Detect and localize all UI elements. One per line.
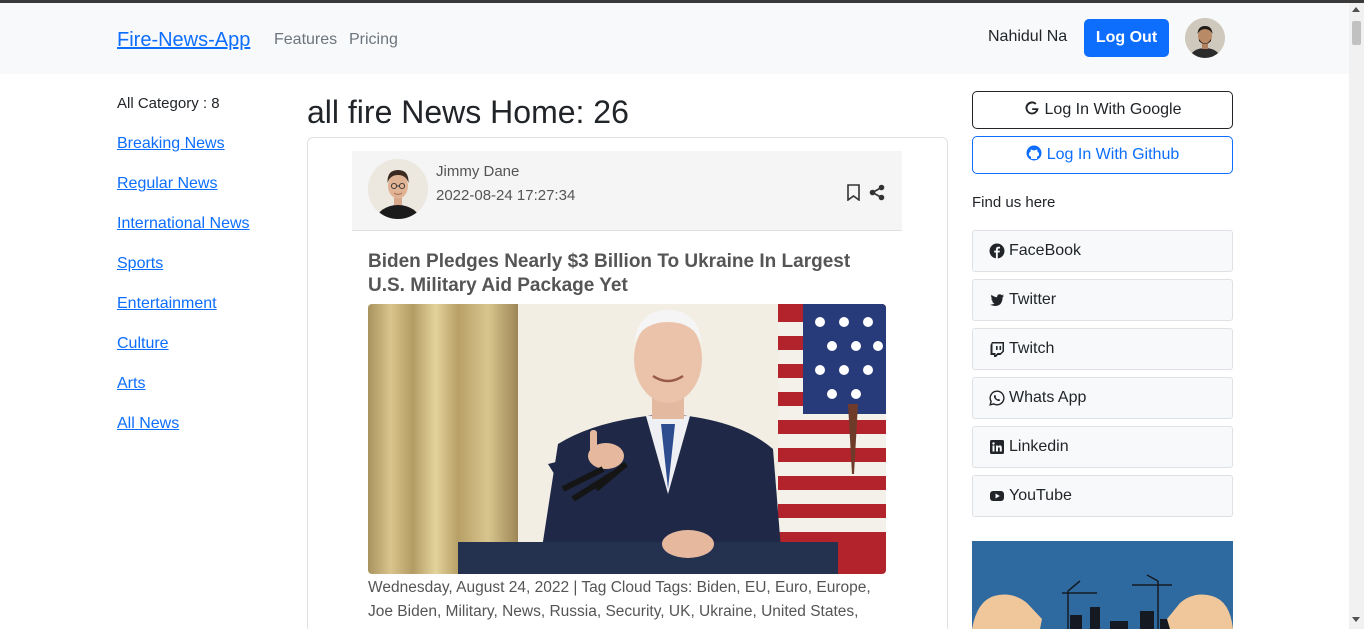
category-item: International News <box>117 215 250 255</box>
card-actions <box>846 184 885 206</box>
category-link-international-news[interactable]: International News <box>117 215 250 232</box>
category-list: Breaking News Regular News International… <box>117 135 250 455</box>
social-link-linkedin[interactable]: Linkedin <box>972 426 1233 468</box>
social-label: Twitch <box>1009 340 1055 357</box>
news-title[interactable]: Biden Pledges Nearly $3 Billion To Ukrai… <box>368 250 868 298</box>
twitch-icon <box>990 342 1004 357</box>
login-github-label: Log In With Github <box>1046 146 1180 163</box>
linkedin-icon <box>990 440 1004 454</box>
logout-button[interactable]: Log Out <box>1084 19 1169 57</box>
news-details: Wednesday, August 24, 2022 | Tag Cloud T… <box>368 579 871 620</box>
whatsapp-icon <box>989 390 1005 406</box>
google-icon <box>1024 100 1040 121</box>
author-avatar <box>368 159 428 219</box>
publish-date: 2022-08-24 17:27:34 <box>436 187 576 204</box>
youtube-icon <box>990 491 1004 501</box>
category-link-breaking-news[interactable]: Breaking News <box>117 135 225 152</box>
share-icon[interactable] <box>869 184 885 206</box>
nav-link-pricing[interactable]: Pricing <box>349 31 398 49</box>
user-avatar[interactable] <box>1185 18 1225 58</box>
social-label: Twitter <box>1009 291 1057 308</box>
category-link-arts[interactable]: Arts <box>117 375 145 392</box>
login-google-button[interactable]: Log In With Google <box>972 91 1233 129</box>
category-link-culture[interactable]: Culture <box>117 335 169 352</box>
social-label: FaceBook <box>1009 242 1082 259</box>
social-links-list: FaceBook Twitter Twitch Whats App Linked… <box>972 230 1233 524</box>
find-us-heading: Find us here <box>972 194 1056 211</box>
navbar: Fire-News-App Features Pricing Nahidul N… <box>0 3 1349 74</box>
category-count: All Category : 8 <box>117 95 220 112</box>
social-link-youtube[interactable]: YouTube <box>972 475 1233 517</box>
category-item: Breaking News <box>117 135 250 175</box>
page-scrollbar[interactable] <box>1349 3 1364 629</box>
twitter-icon <box>990 294 1004 306</box>
social-link-twitter[interactable]: Twitter <box>972 279 1233 321</box>
category-link-all-news[interactable]: All News <box>117 415 179 432</box>
category-item: All News <box>117 415 250 455</box>
login-github-button[interactable]: Log In With Github <box>972 136 1233 174</box>
category-link-entertainment[interactable]: Entertainment <box>117 295 217 312</box>
category-item: Entertainment <box>117 295 250 335</box>
social-label: Linkedin <box>1009 438 1069 455</box>
scroll-down-arrow-icon[interactable] <box>1352 617 1360 622</box>
social-label: Whats App <box>1009 389 1087 406</box>
category-item: Arts <box>117 375 250 415</box>
brand-link[interactable]: Fire-News-App <box>117 29 250 52</box>
news-card-header: Jimmy Dane 2022-08-24 17:27:34 <box>352 151 902 231</box>
facebook-icon <box>989 243 1005 259</box>
promo-banner-image[interactable] <box>972 541 1233 629</box>
user-name: Nahidul Na <box>988 28 1068 45</box>
bookmark-icon[interactable] <box>846 184 861 206</box>
social-link-twitch[interactable]: Twitch <box>972 328 1233 370</box>
scroll-thumb[interactable] <box>1352 21 1361 45</box>
category-item: Culture <box>117 335 250 375</box>
github-icon <box>1026 145 1042 166</box>
social-link-whatsapp[interactable]: Whats App <box>972 377 1233 419</box>
category-item: Regular News <box>117 175 250 215</box>
nav-link-features[interactable]: Features <box>274 31 337 49</box>
category-link-regular-news[interactable]: Regular News <box>117 175 217 192</box>
page-title: all fire News Home: 26 <box>307 94 629 130</box>
author-name: Jimmy Dane <box>436 163 520 180</box>
social-link-facebook[interactable]: FaceBook <box>972 230 1233 272</box>
login-google-label: Log In With Google <box>1044 101 1182 118</box>
social-label: YouTube <box>1009 487 1072 504</box>
category-item: Sports <box>117 255 250 295</box>
news-image[interactable] <box>368 304 886 574</box>
scroll-up-arrow-icon[interactable] <box>1352 7 1360 12</box>
category-link-sports[interactable]: Sports <box>117 255 163 272</box>
